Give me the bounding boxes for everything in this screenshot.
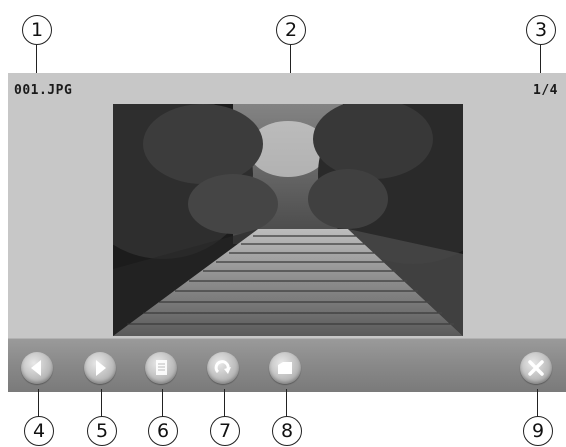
callout-leader bbox=[286, 389, 288, 417]
callout-leader bbox=[224, 389, 226, 417]
triangle-right-icon bbox=[96, 360, 106, 376]
callout-number: 3 bbox=[526, 15, 556, 45]
callout-number: 8 bbox=[272, 416, 302, 446]
triangle-left-icon bbox=[31, 360, 41, 376]
page-indicator: 1/4 bbox=[533, 83, 558, 98]
callout-number: 5 bbox=[87, 416, 117, 446]
folder-button[interactable] bbox=[269, 352, 301, 384]
callout-number: 4 bbox=[24, 416, 54, 446]
callout-number: 2 bbox=[276, 15, 306, 45]
callout-number: 6 bbox=[148, 416, 178, 446]
photo-viewer-screen: 001.JPG 1/4 bbox=[8, 73, 566, 392]
rotate-arrow-icon bbox=[214, 360, 231, 374]
close-x-icon bbox=[528, 360, 544, 376]
bottom-toolbar bbox=[8, 338, 566, 392]
filename-label: 001.JPG bbox=[14, 83, 73, 98]
previous-button[interactable] bbox=[21, 352, 53, 384]
callout-leader bbox=[537, 389, 539, 417]
close-button[interactable] bbox=[520, 352, 552, 384]
callout-number: 1 bbox=[22, 15, 52, 45]
callout-number: 9 bbox=[523, 416, 553, 446]
photo-image bbox=[113, 104, 463, 336]
callout-leader bbox=[101, 389, 103, 417]
photo-display bbox=[113, 104, 463, 336]
folder-icon bbox=[278, 362, 292, 374]
callout-number: 7 bbox=[210, 416, 240, 446]
callout-leader bbox=[162, 389, 164, 417]
callout-leader bbox=[38, 389, 40, 417]
document-icon bbox=[156, 360, 167, 375]
slideshow-button[interactable] bbox=[145, 352, 177, 384]
next-button[interactable] bbox=[84, 352, 116, 384]
rotate-button[interactable] bbox=[207, 352, 239, 384]
